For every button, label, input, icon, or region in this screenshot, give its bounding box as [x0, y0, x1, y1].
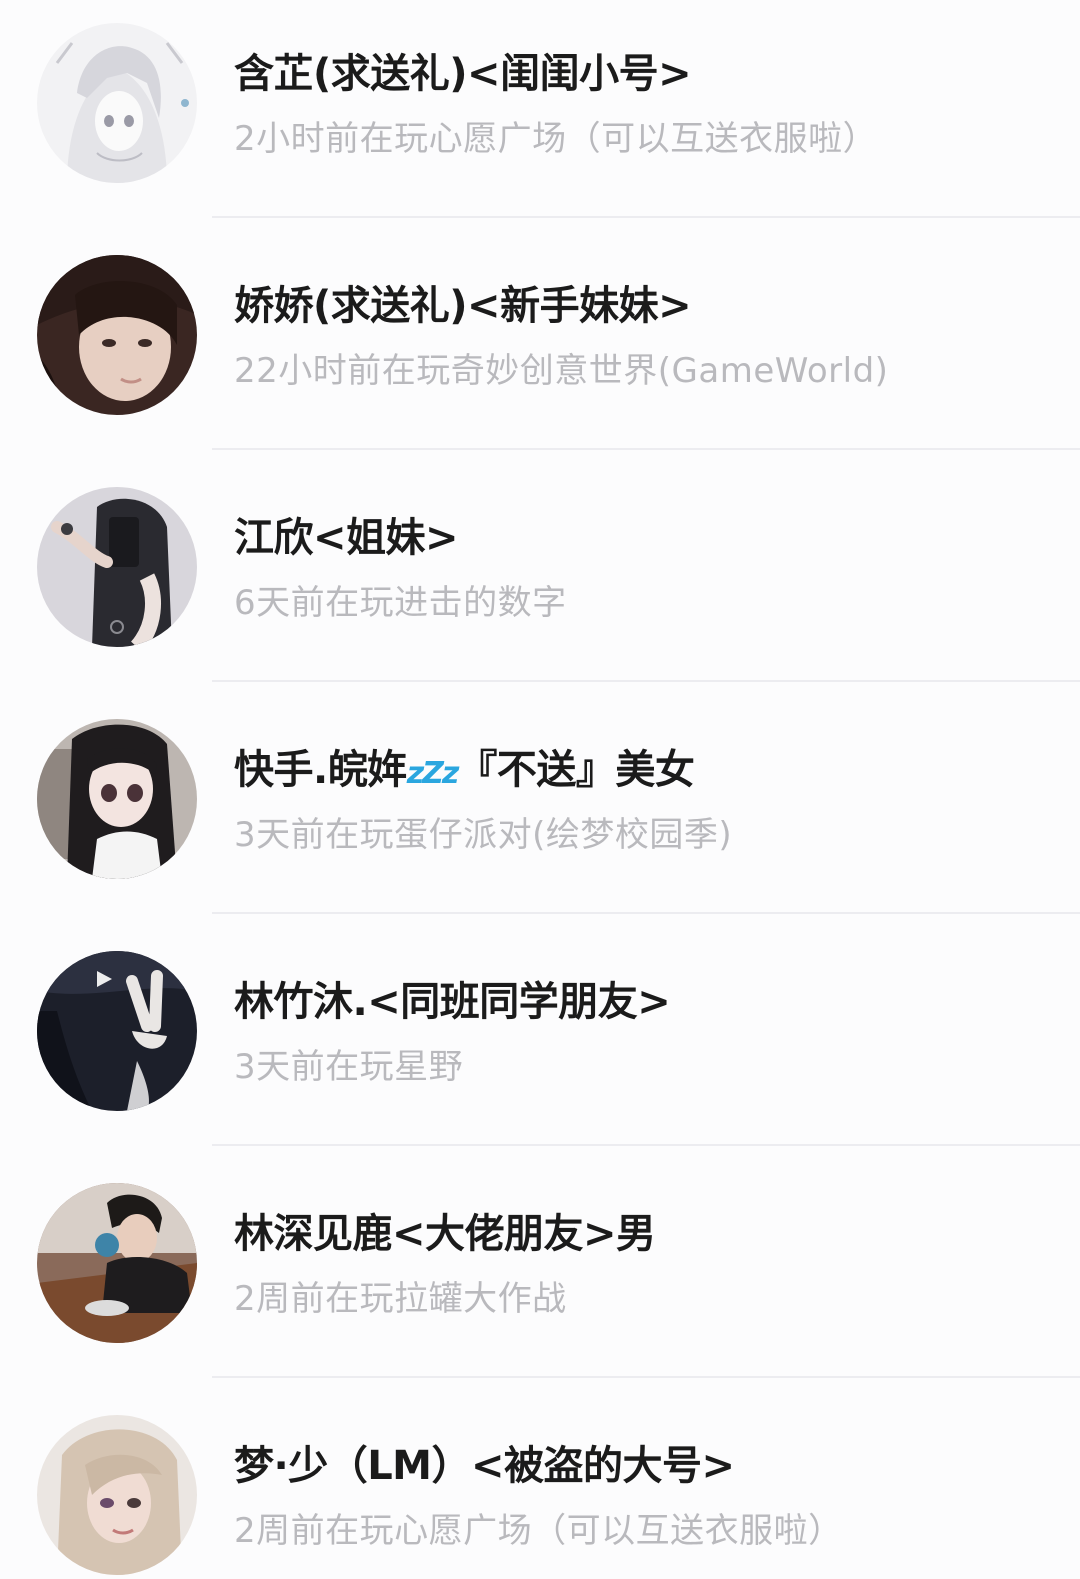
- divider: [212, 680, 1080, 682]
- avatar[interactable]: [37, 719, 197, 879]
- friend-item[interactable]: 快手.皖姩zZz『不送』美女 3天前在玩蛋仔派对(绘梦校园季): [0, 696, 1080, 928]
- friend-name: 林竹沐.<同班同学朋友>: [234, 979, 671, 1025]
- friend-item[interactable]: 含芷(求送礼)<闺闺小号> 2小时前在玩心愿广场（可以互送衣服啦）: [0, 0, 1080, 232]
- avatar[interactable]: [37, 23, 197, 183]
- avatar-dark-peace-sign-icon: [37, 951, 197, 1111]
- friend-item[interactable]: 林深见鹿<大佬朋友>男 2周前在玩拉罐大作战: [0, 1160, 1080, 1392]
- name-suffix: 『不送』美女: [457, 747, 695, 793]
- friend-item[interactable]: 梦·少（LM）<被盗的大号> 2周前在玩心愿广场（可以互送衣服啦）: [0, 1392, 1080, 1579]
- name-prefix: 快手.皖: [234, 747, 368, 793]
- avatar-mirror-selfie-icon: [37, 487, 197, 647]
- avatar-boy-cafe-icon: [37, 1183, 197, 1343]
- avatar[interactable]: [37, 487, 197, 647]
- friend-status: 3天前在玩星野: [234, 1047, 464, 1087]
- friend-status: 3天前在玩蛋仔派对(绘梦校园季): [234, 815, 733, 855]
- friend-status: 2周前在玩拉罐大作战: [234, 1279, 567, 1319]
- divider: [212, 1144, 1080, 1146]
- friend-name: 快手.皖姩zZz『不送』美女: [234, 746, 695, 798]
- friend-name: 江欣<姐妹>: [234, 515, 459, 561]
- friend-name: 梦·少（LM）<被盗的大号>: [234, 1443, 735, 1489]
- friend-item[interactable]: 林竹沐.<同班同学朋友> 3天前在玩星野: [0, 928, 1080, 1160]
- avatar[interactable]: [37, 1415, 197, 1575]
- friend-status: 2小时前在玩心愿广场（可以互送衣服啦）: [234, 119, 878, 159]
- avatar-blonde-girl-icon: [37, 1415, 197, 1575]
- divider: [212, 1376, 1080, 1378]
- avatar-girl-photo-icon: [37, 255, 197, 415]
- avatar-doll-girl-icon: [37, 719, 197, 879]
- friend-status: 22小时前在玩奇妙创意世界(GameWorld): [234, 351, 889, 391]
- divider: [212, 448, 1080, 450]
- zzz-icon: zZz: [406, 756, 460, 791]
- friend-name: 娇娇(求送礼)<新手妹妹>: [234, 283, 692, 329]
- avatar-anime-girl-sketch-icon: [37, 23, 197, 183]
- name-mid: 姩: [367, 747, 407, 793]
- friend-name: 林深见鹿<大佬朋友>男: [234, 1211, 656, 1257]
- avatar[interactable]: [37, 255, 197, 415]
- divider: [212, 216, 1080, 218]
- avatar[interactable]: [37, 951, 197, 1111]
- friend-status: 2周前在玩心愿广场（可以互送衣服啦）: [234, 1511, 843, 1551]
- divider: [212, 912, 1080, 914]
- friend-item[interactable]: 江欣<姐妹> 6天前在玩进击的数字: [0, 464, 1080, 696]
- avatar[interactable]: [37, 1183, 197, 1343]
- friend-status: 6天前在玩进击的数字: [234, 583, 567, 623]
- friend-list: 含芷(求送礼)<闺闺小号> 2小时前在玩心愿广场（可以互送衣服啦） 娇娇(求送礼…: [0, 0, 1080, 1579]
- friend-item[interactable]: 娇娇(求送礼)<新手妹妹> 22小时前在玩奇妙创意世界(GameWorld): [0, 232, 1080, 464]
- friend-name: 含芷(求送礼)<闺闺小号>: [234, 51, 692, 97]
